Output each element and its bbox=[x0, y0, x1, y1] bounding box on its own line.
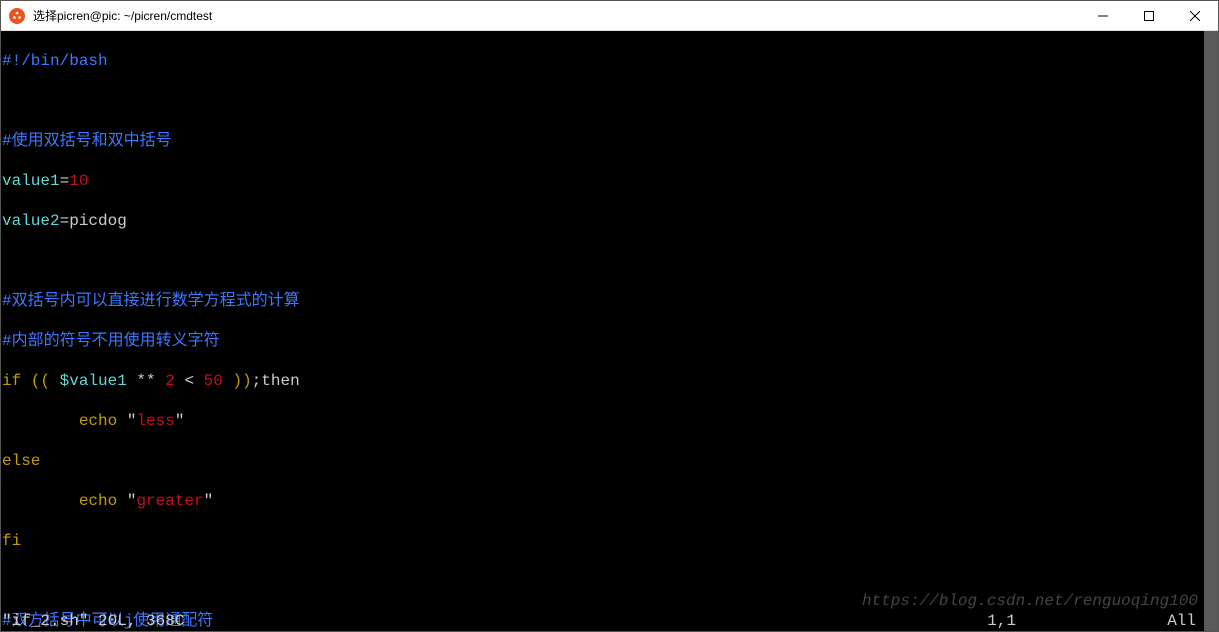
maximize-button[interactable] bbox=[1126, 1, 1172, 30]
number: 10 bbox=[69, 172, 88, 190]
status-file: "if_2.sh" 20L, 368C bbox=[2, 611, 987, 631]
comment: #内部的符号不用使用转义字符 bbox=[2, 332, 220, 350]
close-button[interactable] bbox=[1172, 1, 1218, 30]
keyword: if bbox=[2, 372, 21, 390]
blank-line bbox=[1, 571, 1204, 591]
titlebar: 选择picren@pic: ~/picren/cmdtest bbox=[1, 1, 1218, 31]
keyword: else bbox=[2, 452, 40, 470]
comment: #双括号内可以直接进行数学方程式的计算 bbox=[2, 292, 300, 310]
window-title: 选择picren@pic: ~/picren/cmdtest bbox=[33, 7, 1080, 24]
terminal-window: 选择picren@pic: ~/picren/cmdtest #!/bin/ba… bbox=[0, 0, 1219, 632]
blank-line bbox=[1, 251, 1204, 271]
blank-line bbox=[1, 91, 1204, 111]
scrollbar-thumb[interactable] bbox=[1204, 31, 1218, 631]
window-controls bbox=[1080, 1, 1218, 30]
minimize-button[interactable] bbox=[1080, 1, 1126, 30]
variable: value2 bbox=[2, 212, 60, 230]
shebang: #!/bin/bash bbox=[2, 52, 108, 70]
watermark: https://blog.csdn.net/renguoqing100 bbox=[862, 591, 1198, 611]
keyword: echo bbox=[79, 412, 117, 430]
keyword: echo bbox=[79, 492, 117, 510]
vim-status-line: "if_2.sh" 20L, 368C 1,1 All bbox=[2, 611, 1204, 631]
status-scroll: All bbox=[1167, 611, 1204, 631]
variable: value1 bbox=[2, 172, 60, 190]
keyword: fi bbox=[2, 532, 21, 550]
editor-content: #!/bin/bash #使用双括号和双中括号 value1=10 value2… bbox=[1, 31, 1204, 631]
scrollbar[interactable] bbox=[1204, 31, 1218, 631]
status-position: 1,1 bbox=[987, 611, 1167, 631]
terminal-area[interactable]: #!/bin/bash #使用双括号和双中括号 value1=10 value2… bbox=[1, 31, 1218, 631]
ubuntu-icon bbox=[9, 8, 25, 24]
comment: #使用双括号和双中括号 bbox=[2, 132, 172, 150]
